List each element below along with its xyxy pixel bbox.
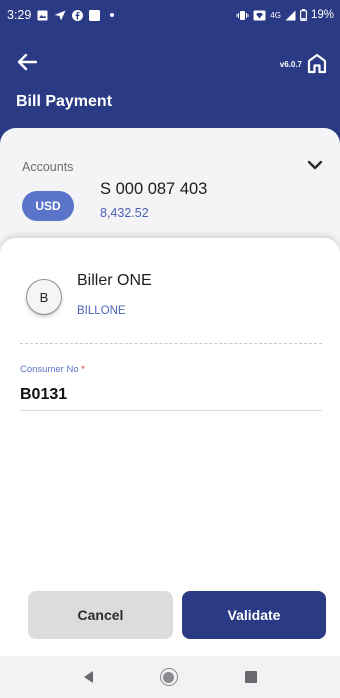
- app-version: v6.0.7: [279, 60, 302, 69]
- consumer-no-underline: [20, 410, 322, 411]
- chevron-down-icon[interactable]: [306, 158, 324, 172]
- status-bar: 3:29 4G 19%: [0, 0, 340, 30]
- account-balance: 8,432.52: [100, 206, 149, 220]
- home-button[interactable]: [306, 52, 328, 74]
- home-icon: [307, 53, 327, 74]
- cancel-button[interactable]: Cancel: [28, 591, 173, 639]
- back-button[interactable]: [14, 50, 40, 74]
- consumer-no-field[interactable]: B0131: [20, 386, 67, 404]
- system-back-icon[interactable]: [83, 671, 93, 683]
- system-recents-icon[interactable]: [244, 671, 257, 683]
- consumer-no-label: Consumer No *: [20, 364, 85, 375]
- biller-avatar: B: [26, 279, 62, 315]
- gallery-icon: [37, 10, 48, 21]
- biller-code: BILLONE: [77, 305, 126, 317]
- biller-name: Biller ONE: [77, 272, 152, 289]
- wifi-icon: [253, 10, 266, 21]
- signal-icon: [285, 10, 296, 21]
- square-icon: [89, 9, 101, 21]
- status-time: 3:29: [7, 8, 32, 22]
- section-divider: [20, 343, 322, 344]
- validate-button[interactable]: Validate: [182, 591, 326, 639]
- required-marker: *: [81, 364, 85, 375]
- accounts-label: Accounts: [22, 160, 74, 174]
- send-icon: [54, 10, 66, 21]
- page-title: Bill Payment: [16, 93, 113, 110]
- vibrate-icon: [236, 10, 249, 21]
- battery-icon: [299, 9, 307, 21]
- system-navigation-bar: [0, 656, 340, 698]
- currency-badge: USD: [22, 191, 74, 221]
- system-home-icon[interactable]: [159, 668, 178, 686]
- account-number: S 000 087 403: [100, 180, 208, 198]
- back-arrow-icon: [17, 53, 37, 71]
- consumer-no-label-text: Consumer No: [20, 364, 79, 375]
- notification-dot-icon: [110, 13, 115, 17]
- facebook-icon: [72, 9, 84, 21]
- network-type: 4G: [270, 10, 281, 20]
- battery-percent: 19%: [310, 9, 334, 21]
